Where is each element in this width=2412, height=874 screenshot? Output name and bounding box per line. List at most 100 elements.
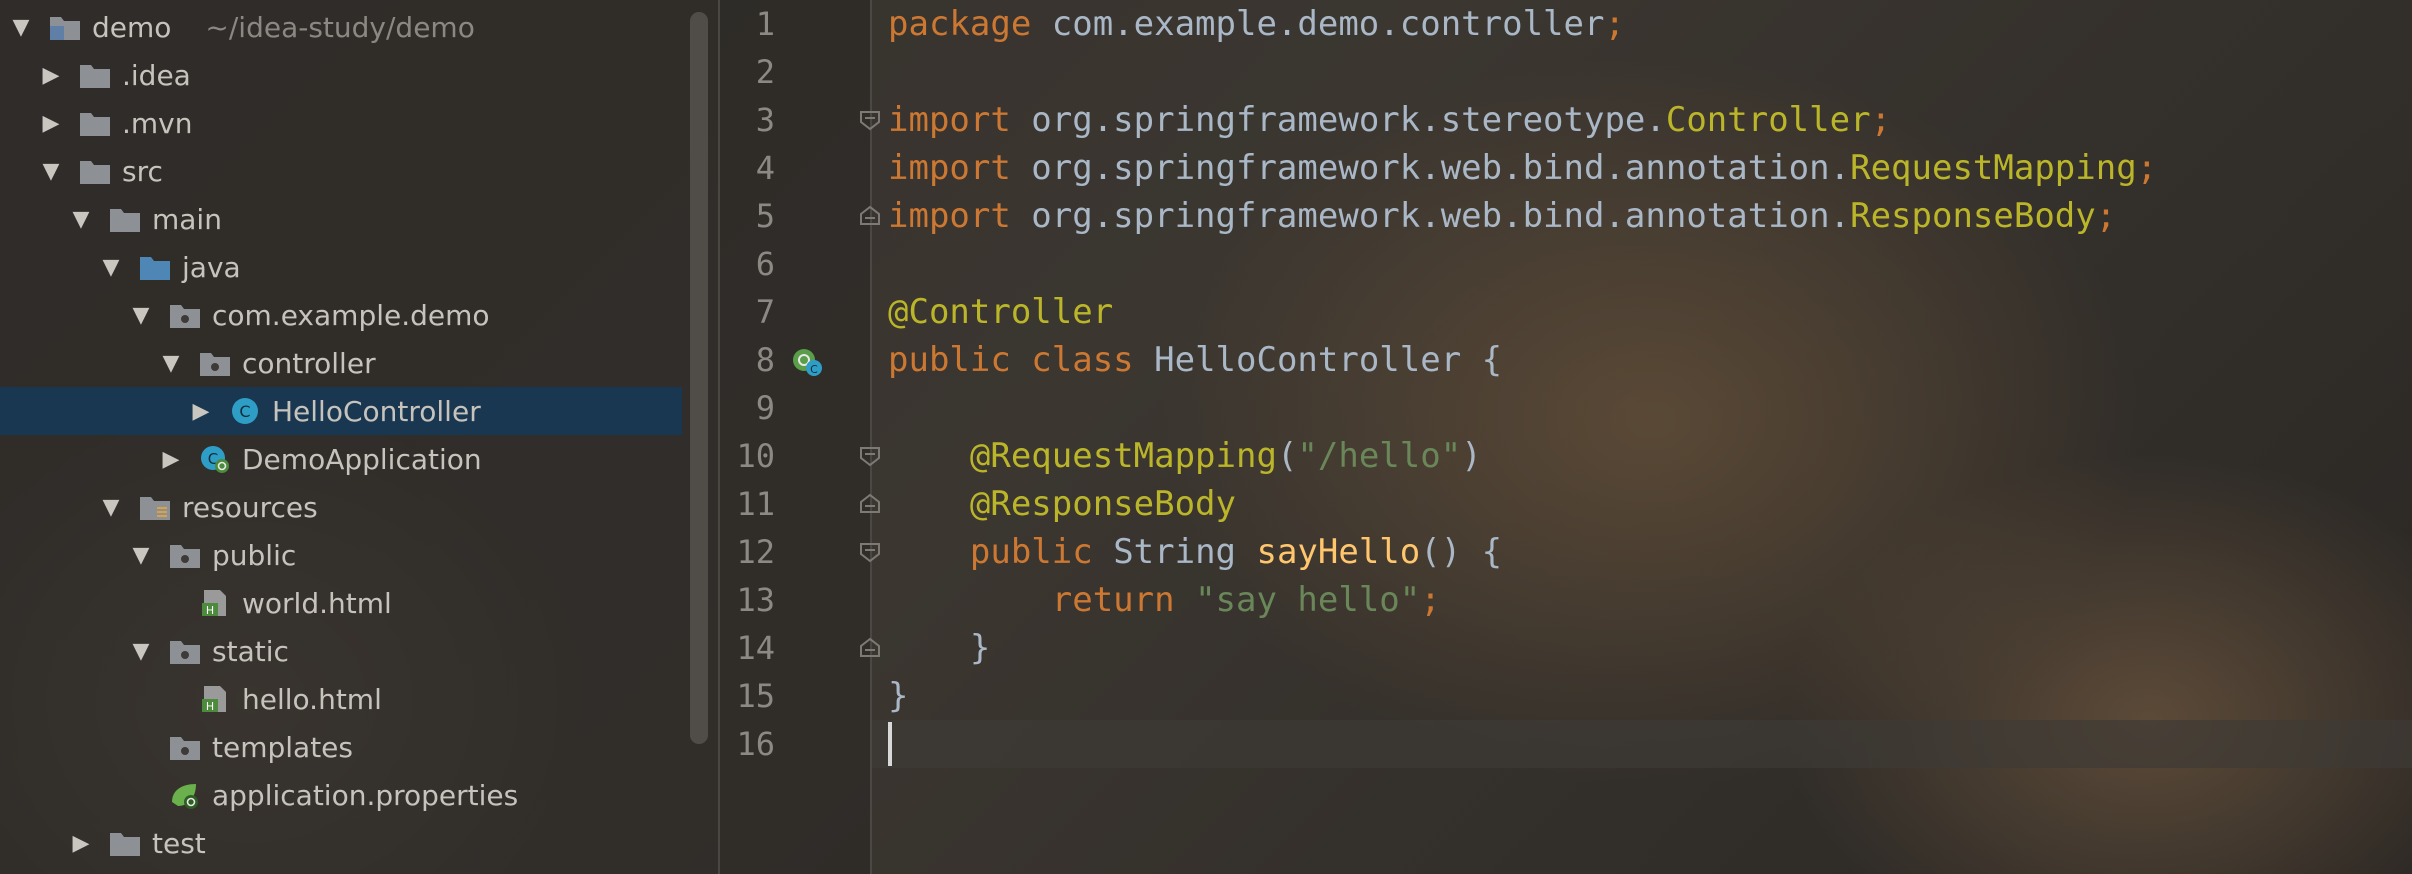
tree-item-label: resources — [182, 490, 318, 524]
line-number: 2 — [755, 53, 775, 91]
current-line-highlight — [872, 720, 2412, 768]
project-scrollbar-thumb[interactable] — [690, 12, 708, 744]
code-token: Controller — [1665, 100, 1871, 140]
code-token: import — [888, 196, 1032, 236]
line-number: 4 — [755, 149, 775, 187]
expand-arrow-right-icon[interactable]: ▶ — [158, 446, 184, 472]
expand-arrow-down-icon[interactable]: ▼ — [38, 158, 64, 184]
tree-item-test[interactable]: ▶ test — [0, 819, 682, 867]
tree-item-demo[interactable]: ▼ demo ~/idea-study/demo — [0, 3, 682, 51]
code-token: RequestMapping — [1850, 148, 2137, 188]
svg-text:H: H — [206, 604, 214, 617]
code-token: org.springframework.stereotype. — [1031, 100, 1666, 140]
fold-open-icon[interactable] — [858, 108, 882, 136]
tree-item-label: main — [152, 202, 222, 236]
code-token: org.springframework.web.bind.annotation. — [1031, 148, 1851, 188]
tree-item-public[interactable]: ▼ public — [0, 531, 682, 579]
folder-icon — [78, 156, 112, 186]
tree-item-src[interactable]: ▼ src — [0, 147, 682, 195]
code-line[interactable]: @RequestMapping("/hello") — [888, 432, 1482, 480]
tree-item-label: world.html — [242, 586, 392, 620]
line-number: 1 — [755, 5, 775, 43]
line-number: 7 — [755, 293, 775, 331]
code-line[interactable]: } — [888, 672, 908, 720]
line-number: 9 — [755, 389, 775, 427]
expand-arrow-right-icon[interactable]: ▶ — [188, 398, 214, 424]
expand-arrow-down-icon[interactable]: ▼ — [98, 254, 124, 280]
tree-item-mvn[interactable]: ▶ .mvn — [0, 99, 682, 147]
svg-text:C: C — [810, 363, 818, 376]
expand-arrow-down-icon[interactable]: ▼ — [128, 542, 154, 568]
expand-arrow-down-icon[interactable]: ▼ — [128, 638, 154, 664]
line-number: 15 — [736, 677, 775, 715]
project-path: ~/idea-study/demo — [205, 10, 475, 44]
fold-close-icon[interactable] — [858, 492, 882, 520]
expand-arrow-right-icon[interactable]: ▶ — [38, 110, 64, 136]
code-token: ; — [1604, 4, 1625, 44]
tree-item-label: static — [212, 634, 289, 668]
project-tree-panel: ▼ demo ~/idea-study/demo ▶ .idea ▶ .mvn ▼ src ▼ ma… — [0, 0, 720, 874]
svg-text:C: C — [239, 402, 250, 421]
line-number: 8 — [755, 341, 775, 379]
tree-item-label: test — [152, 826, 206, 860]
code-token: ; — [2136, 148, 2158, 188]
code-line[interactable]: public String sayHello() { — [888, 528, 1502, 576]
tree-item-controller[interactable]: ▼ controller — [0, 339, 682, 387]
tree-item-java[interactable]: ▼ java — [0, 243, 682, 291]
tree-item-static[interactable]: ▼ static — [0, 627, 682, 675]
expand-arrow-down-icon[interactable]: ▼ — [158, 350, 184, 376]
line-number: 5 — [755, 197, 775, 235]
tree-item-demoapplication[interactable]: ▶ C DemoApplication — [0, 435, 682, 483]
tree-item-com-example-demo[interactable]: ▼ com.example.demo — [0, 291, 682, 339]
html-file-icon: H — [198, 588, 232, 618]
expand-arrow-right-icon[interactable]: ▶ — [38, 62, 64, 88]
code-line[interactable]: } — [888, 624, 990, 672]
spring-bean-gutter-icon[interactable]: C — [790, 346, 826, 382]
spring-boot-class-icon: C — [198, 444, 232, 474]
code-token: () { — [1420, 532, 1503, 572]
tree-item-label: com.example.demo — [212, 298, 490, 332]
tree-item-templates[interactable]: templates — [0, 723, 682, 771]
fold-open-icon[interactable] — [858, 444, 882, 472]
code-token: return — [1051, 580, 1196, 620]
code-line[interactable]: @Controller — [888, 288, 1113, 336]
tree-item-label: application.properties — [212, 778, 519, 812]
tree-item-idea[interactable]: ▶ .idea — [0, 51, 682, 99]
expand-arrow-down-icon[interactable]: ▼ — [8, 14, 34, 40]
code-line[interactable]: @ResponseBody — [888, 480, 1236, 528]
source-folder-icon — [138, 252, 172, 282]
tree-item-resources[interactable]: ▼ resources — [0, 483, 682, 531]
fold-close-icon[interactable] — [858, 636, 882, 664]
tree-item-label: src — [122, 154, 163, 188]
code-token: ; — [1870, 100, 1892, 140]
expand-arrow-right-icon[interactable]: ▶ — [68, 830, 94, 856]
tree-item-application-properties[interactable]: application.properties — [0, 771, 682, 819]
code-token: @Controller — [888, 292, 1114, 332]
code-line[interactable]: return "say hello"; — [888, 576, 1441, 624]
code-token: ; — [2095, 196, 2117, 236]
expand-arrow-down-icon[interactable]: ▼ — [98, 494, 124, 520]
tree-item-hellocontroller[interactable]: ▶ C HelloController — [0, 387, 682, 435]
tree-item-main[interactable]: ▼ main — [0, 195, 682, 243]
code-line[interactable]: public class HelloController { — [888, 336, 1502, 384]
tree-item-hello-html[interactable]: Hhello.html — [0, 675, 682, 723]
tree-item-world-html[interactable]: Hworld.html — [0, 579, 682, 627]
code-token: "say hello" — [1195, 580, 1421, 620]
fold-close-icon[interactable] — [858, 204, 882, 232]
code-token: import — [888, 148, 1032, 188]
text-caret — [888, 722, 892, 766]
expand-arrow-down-icon[interactable]: ▼ — [128, 302, 154, 328]
code-line[interactable]: package com.example.demo.controller; — [888, 0, 1625, 48]
folder-icon — [78, 108, 112, 138]
code-line[interactable]: import org.springframework.web.bind.anno… — [888, 192, 2116, 240]
code-line[interactable]: import org.springframework.stereotype.Co… — [888, 96, 1891, 144]
fold-open-icon[interactable] — [858, 540, 882, 568]
line-number: 14 — [736, 629, 775, 667]
html-file-icon: H — [198, 684, 232, 714]
code-line[interactable]: import org.springframework.web.bind.anno… — [888, 144, 2157, 192]
line-number: 13 — [736, 581, 775, 619]
expand-arrow-down-icon[interactable]: ▼ — [68, 206, 94, 232]
code-token: com.example.demo.controller — [1051, 4, 1605, 44]
code-token: class — [1031, 340, 1155, 380]
